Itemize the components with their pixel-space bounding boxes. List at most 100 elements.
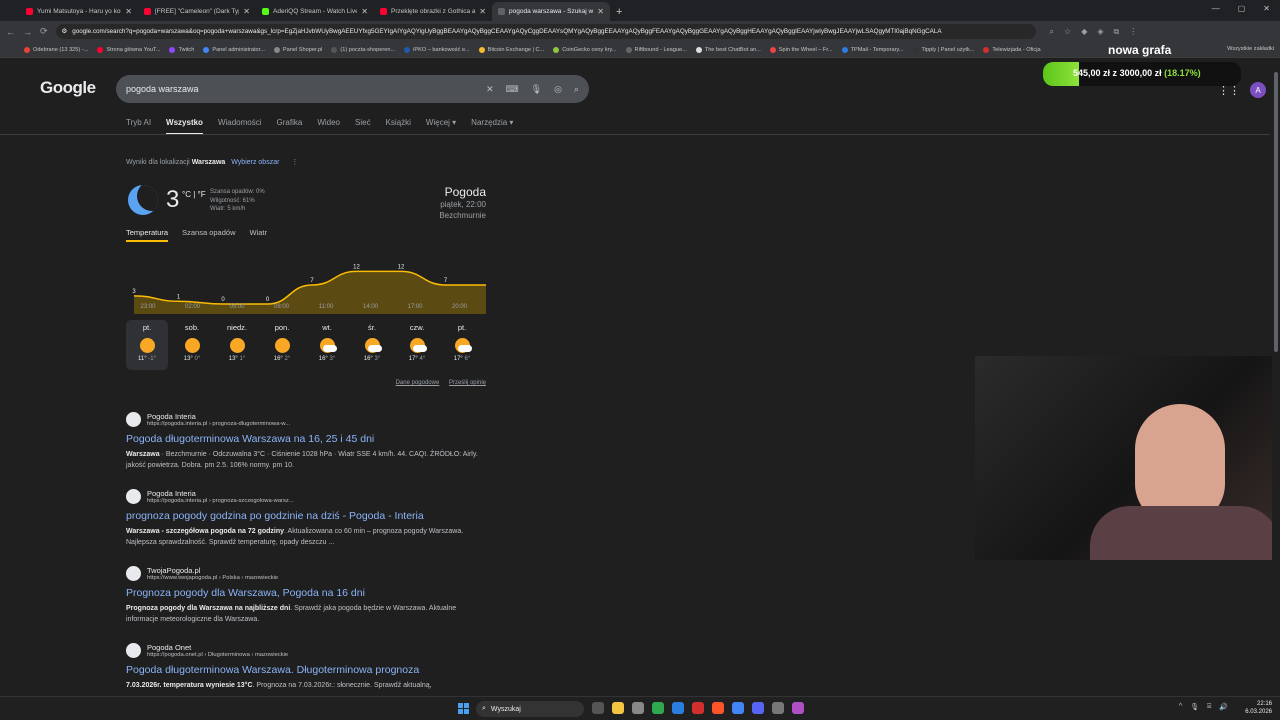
browser-tab[interactable]: [FREE] "Cameleon" (Dark Type ✕ [138, 2, 256, 21]
bookmark-item[interactable]: iPKO – bankowość e... [404, 46, 470, 53]
bookmark-item[interactable]: CoinGecko ceny kry... [553, 46, 617, 53]
chrome-icon[interactable] [732, 702, 744, 714]
mic-icon[interactable]: 🎙 [1190, 703, 1199, 711]
app-icon-2[interactable] [792, 702, 804, 714]
new-tab-icon[interactable]: + [616, 6, 622, 18]
search-tab-4[interactable]: Wideo [317, 118, 340, 135]
app-icon[interactable] [652, 702, 664, 714]
search-tab-0[interactable]: Tryb AI [126, 118, 151, 135]
bookmark-item[interactable]: Tipply | Panel użytk... [912, 46, 974, 53]
weather-tab[interactable]: Szansa opadów [182, 228, 235, 242]
keyboard-icon[interactable]: ⌨ [506, 84, 519, 95]
all-bookmarks[interactable]: Wszystkie zakładki [1227, 46, 1274, 52]
taskbar-search[interactable]: ⌕ Wyszukaj [476, 701, 584, 717]
change-location-link[interactable]: Wybierz obszar [231, 159, 279, 166]
search-input[interactable]: pogoda warszawa [126, 84, 474, 94]
google-logo[interactable]: Google [40, 78, 96, 98]
brave-icon[interactable] [712, 702, 724, 714]
close-window-icon[interactable]: ✕ [1263, 4, 1270, 13]
search-tab-5[interactable]: Sieć [355, 118, 371, 135]
settings-icon[interactable] [772, 702, 784, 714]
menu-icon[interactable]: ⋮ [1129, 27, 1137, 37]
clock[interactable]: 22:16 6.03.2026 [1245, 700, 1272, 716]
bookmark-item[interactable]: Odebrane (13 325) -... [24, 46, 88, 53]
minimize-icon[interactable]: — [1212, 4, 1220, 13]
apps-grid-icon[interactable]: ⋮⋮ [1218, 84, 1240, 97]
search-tab-8[interactable]: Narzędzia ▾ [471, 118, 513, 135]
result-title-link[interactable]: Pogoda długoterminowa Warszawa. Długoter… [126, 664, 486, 676]
edge-icon[interactable] [672, 702, 684, 714]
store-icon[interactable] [632, 702, 644, 714]
zoom-icon[interactable]: ⌕ [1050, 27, 1054, 37]
day-forecast[interactable]: pt. 11° -1° [126, 320, 168, 370]
tab-close-icon[interactable]: ✕ [125, 7, 132, 16]
page-scrollbar[interactable] [1272, 62, 1280, 696]
bookmark-star-icon[interactable]: ☆ [1064, 27, 1071, 37]
result-title-link[interactable]: Prognoza pogody dla Warszawa, Pogoda na … [126, 587, 486, 599]
day-forecast[interactable]: pt. 17° 6° [441, 320, 483, 370]
opera-icon[interactable] [692, 702, 704, 714]
tab-close-icon[interactable]: ✕ [361, 7, 368, 16]
clear-icon[interactable]: ✕ [486, 84, 494, 95]
extension-icon[interactable]: ◆ [1081, 27, 1087, 37]
address-bar[interactable]: ⚙ google.com/search?q=pogoda+warszawa&oq… [55, 24, 1036, 39]
bookmark-item[interactable]: TPMail - Temporary... [841, 46, 904, 53]
forward-icon[interactable]: → [23, 27, 32, 37]
weather-tab[interactable]: Temperatura [126, 228, 169, 242]
bookmark-item[interactable]: Telewizjada - Oficja [983, 46, 1041, 53]
bookmark-item[interactable]: Bitcoin Exchange | C... [478, 46, 544, 53]
file-explorer-icon[interactable] [612, 702, 624, 714]
day-forecast[interactable]: niedz. 13° 1° [216, 320, 258, 370]
feedback-link[interactable]: Prześlij opinię [449, 380, 486, 386]
bookmark-item[interactable]: (1) poczta-shoperen... [331, 46, 395, 53]
discord-icon[interactable] [752, 702, 764, 714]
search-tab-7[interactable]: Więcej ▾ [426, 118, 456, 135]
puzzle-icon[interactable]: ⧉ [1114, 27, 1120, 37]
site-info-icon[interactable]: ⚙ [62, 28, 68, 35]
bookmark-item[interactable]: The best ChatBot an... [695, 46, 761, 53]
network-icon[interactable]: ⌸ [1207, 703, 1211, 711]
bookmark-item[interactable]: Twitch [169, 46, 194, 53]
lens-icon[interactable]: ◎ [554, 84, 562, 95]
day-forecast[interactable]: pon. 16° 2° [261, 320, 303, 370]
bookmark-item[interactable]: Strona główna YouT... [97, 46, 160, 53]
search-tab-6[interactable]: Książki [386, 118, 411, 135]
browser-tab[interactable]: pogoda warszawa - Szukaj w G ✕ [492, 2, 610, 21]
search-box[interactable]: pogoda warszawa ✕ ⌨ 🎙 ◎ ⌕ [116, 75, 589, 103]
result-title-link[interactable]: prognoza pogody godzina po godzinie na d… [126, 510, 486, 522]
weather-tab[interactable]: Wiatr [249, 228, 267, 242]
more-options-icon[interactable]: ⋮ [291, 159, 298, 166]
bookmark-item[interactable]: Riftbound - League... [625, 46, 687, 53]
reload-icon[interactable]: ⟳ [40, 26, 48, 37]
shield-icon[interactable]: ◈ [1097, 27, 1103, 37]
day-forecast[interactable]: czw. 17° 4° [396, 320, 438, 370]
day-forecast[interactable]: sob. 13° 0° [171, 320, 213, 370]
search-icon[interactable]: ⌕ [574, 84, 579, 95]
scrollbar-thumb[interactable] [1274, 72, 1278, 352]
bookmark-item[interactable]: Panel Shoper.pl [273, 46, 322, 53]
bookmark-item[interactable]: Panel administrator... [203, 46, 265, 53]
day-forecast[interactable]: śr. 16° 3° [351, 320, 393, 370]
back-icon[interactable]: ← [6, 27, 15, 37]
result-title-link[interactable]: Pogoda długoterminowa Warszawa na 16, 25… [126, 433, 486, 445]
tray-chevron-icon[interactable]: ^ [1179, 703, 1182, 711]
browser-tab[interactable]: AderiQQ Stream - Watch Live o ✕ [256, 2, 374, 21]
tab-close-icon[interactable]: ✕ [243, 7, 250, 16]
tab-close-icon[interactable]: ✕ [479, 7, 486, 16]
tab-close-icon[interactable]: ✕ [597, 7, 604, 16]
browser-tab[interactable]: Przeklęte obrazki z Gothica a t ✕ [374, 2, 492, 21]
browser-tab[interactable]: Yumi Matsutoya - Haru yo koi ✕ [20, 2, 138, 21]
search-tab-3[interactable]: Grafika [277, 118, 303, 135]
microphone-icon[interactable]: 🎙 [531, 84, 542, 95]
windows-start-icon[interactable] [458, 703, 469, 714]
search-tab-2[interactable]: Wiadomości [218, 118, 262, 135]
volume-icon[interactable]: 🔊 [1219, 703, 1228, 711]
weather-source-link[interactable]: Dane pogodowe [396, 380, 440, 386]
day-forecast[interactable]: wt. 16° 3° [306, 320, 348, 370]
avatar[interactable]: A [1250, 82, 1266, 98]
bookmark-item[interactable]: Spin the Wheel – Fr... [769, 46, 833, 53]
search-tab-1[interactable]: Wszystko [166, 118, 203, 135]
maximize-icon[interactable]: ▢ [1238, 4, 1246, 13]
temperature-unit-toggle[interactable]: °C | °F [182, 190, 206, 199]
task-view-icon[interactable] [592, 702, 604, 714]
